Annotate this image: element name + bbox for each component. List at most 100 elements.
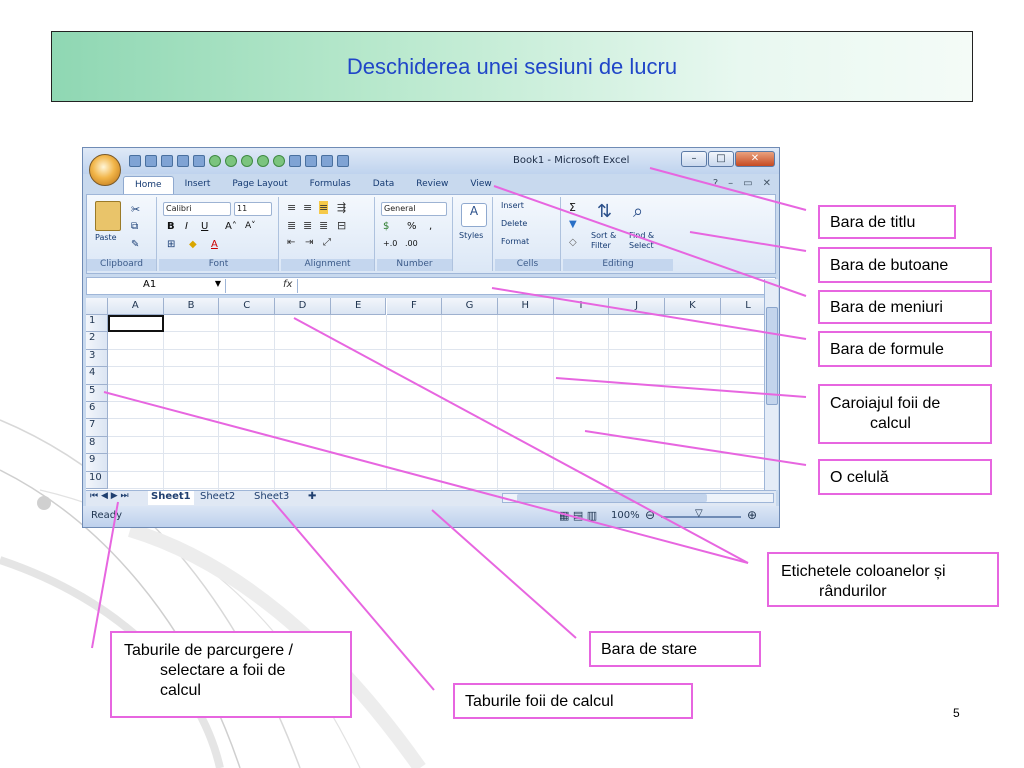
undo-icon[interactable] [145, 155, 157, 167]
help-icon[interactable]: ? [713, 178, 718, 189]
comma-icon[interactable]: , [429, 221, 432, 232]
column-header[interactable]: G [442, 298, 498, 315]
delete-cells-button[interactable]: Delete [501, 219, 527, 228]
orientation-icon[interactable]: ⤢ [323, 237, 331, 248]
format-painter-icon[interactable]: ✎ [131, 239, 139, 250]
decrease-decimal-icon[interactable]: .00 [405, 239, 418, 248]
number-format-select[interactable]: General [381, 202, 447, 216]
fill-icon[interactable]: ▼ [569, 219, 577, 230]
vertical-scrollbar[interactable] [764, 279, 778, 490]
align-left-icon[interactable]: ≣ [287, 219, 296, 232]
view-buttons[interactable]: ▦ ▤ ▥ [559, 509, 597, 522]
sheet-tab-2[interactable]: Sheet2 [200, 491, 235, 505]
paste-label[interactable]: Paste [95, 233, 117, 242]
tab-formulas[interactable]: Formulas [299, 176, 362, 194]
column-header[interactable]: H [497, 298, 554, 315]
office-button[interactable] [89, 154, 121, 186]
font-name-select[interactable]: Calibri [163, 202, 231, 216]
align-top-icon[interactable]: ≡ [287, 201, 296, 214]
percent-icon[interactable]: % [407, 221, 417, 232]
insert-cells-button[interactable]: Insert [501, 201, 524, 210]
macro-icon[interactable] [337, 155, 349, 167]
save-icon[interactable] [129, 155, 141, 167]
sheet-tab-3[interactable]: Sheet3 [254, 491, 289, 505]
scrollbar-thumb[interactable] [766, 307, 778, 405]
column-header[interactable]: I [553, 298, 610, 315]
minimize-ribbon-icon[interactable]: – [728, 178, 733, 189]
increase-indent-icon[interactable]: ⇥ [305, 237, 313, 248]
fill-color-icon[interactable]: ◆ [189, 239, 197, 250]
align-right-icon[interactable]: ≣ [319, 219, 328, 232]
italic-icon[interactable]: I [185, 221, 188, 232]
row-header[interactable]: 7 [86, 419, 108, 437]
copy-icon[interactable]: ⧉ [131, 221, 138, 232]
formula-input[interactable] [297, 279, 757, 293]
name-box[interactable]: A1 ▼ [89, 279, 226, 293]
column-header[interactable]: J [609, 298, 665, 315]
maximize-button[interactable]: □ [708, 151, 734, 167]
format-cells-button[interactable]: Format [501, 237, 529, 246]
sheet-tab-1[interactable]: Sheet1 [148, 491, 194, 505]
binoculars-icon[interactable]: ⌕ [633, 201, 643, 222]
paste-icon[interactable] [95, 201, 121, 231]
fx-icon[interactable]: fx [283, 279, 292, 290]
borders-icon[interactable]: ⊞ [167, 239, 175, 250]
close-button[interactable]: ✕ [735, 151, 775, 167]
sheet-navigation-buttons[interactable]: ⏮ ◀ ▶ ⏭ [90, 491, 129, 505]
row-header[interactable]: 4 [86, 367, 108, 385]
horizontal-scrollbar-thumb[interactable] [517, 494, 707, 502]
decrease-indent-icon[interactable]: ⇤ [287, 237, 295, 248]
row-header[interactable]: 5 [86, 384, 108, 402]
wrap-text-icon[interactable]: ⇶ [337, 201, 346, 214]
chart-icon[interactable] [305, 155, 317, 167]
active-cell[interactable] [108, 315, 164, 333]
tab-insert[interactable]: Insert [174, 176, 222, 194]
clear-icon[interactable]: ◇ [569, 237, 577, 248]
circle-icon[interactable] [209, 155, 221, 167]
font-color-icon[interactable]: A [211, 239, 218, 250]
print-preview-icon[interactable] [177, 155, 189, 167]
underline-icon[interactable]: U [201, 221, 208, 232]
quick-access-toolbar[interactable] [129, 153, 459, 169]
insert-sheet-icon[interactable]: ✚ [308, 491, 316, 505]
column-header[interactable]: E [330, 298, 387, 315]
row-header[interactable]: 6 [86, 402, 108, 420]
select-all-corner[interactable] [86, 298, 108, 315]
shrink-font-icon[interactable]: A˅ [245, 221, 256, 231]
styles-icon[interactable]: A [461, 203, 487, 227]
print-icon[interactable] [193, 155, 205, 167]
tab-view[interactable]: View [459, 176, 502, 194]
restore-icon[interactable]: ▭ [743, 178, 752, 189]
find-select-button[interactable]: Find & Select [629, 231, 669, 251]
autosum-icon[interactable]: Σ [569, 201, 576, 214]
circle-icon[interactable] [257, 155, 269, 167]
align-center-icon[interactable]: ≣ [303, 219, 312, 232]
align-bottom-icon[interactable]: ≡ [319, 201, 329, 214]
close-workbook-icon[interactable]: ✕ [763, 178, 771, 189]
tab-home[interactable]: Home [123, 176, 174, 195]
row-header[interactable]: 10 [86, 471, 108, 489]
column-header[interactable]: A [108, 298, 164, 315]
horizontal-scrollbar[interactable] [502, 493, 774, 503]
styles-label[interactable]: Styles [459, 231, 483, 240]
column-header[interactable]: K [665, 298, 721, 315]
circle-icon[interactable] [273, 155, 285, 167]
tab-data[interactable]: Data [362, 176, 406, 194]
row-header[interactable]: 2 [86, 332, 108, 350]
column-header[interactable]: C [219, 298, 276, 315]
tab-review[interactable]: Review [405, 176, 459, 194]
sort-filter-button[interactable]: Sort & Filter [591, 231, 627, 251]
currency-icon[interactable]: $ [383, 221, 389, 232]
cut-icon[interactable]: ✂ [131, 203, 140, 216]
align-middle-icon[interactable]: ≡ [303, 201, 312, 214]
zoom-out-icon[interactable]: ⊖ [645, 508, 655, 522]
row-header[interactable]: 9 [86, 454, 108, 472]
table-icon[interactable] [321, 155, 333, 167]
zoom-in-icon[interactable]: ⊕ [747, 508, 757, 522]
merge-center-icon[interactable]: ⊟ [337, 219, 346, 232]
minimize-button[interactable]: – [681, 151, 707, 167]
zoom-slider-handle[interactable]: ▽ [695, 508, 703, 519]
column-header[interactable]: B [163, 298, 220, 315]
row-header[interactable]: 1 [86, 315, 108, 333]
chevron-down-icon[interactable]: ▼ [215, 279, 221, 288]
